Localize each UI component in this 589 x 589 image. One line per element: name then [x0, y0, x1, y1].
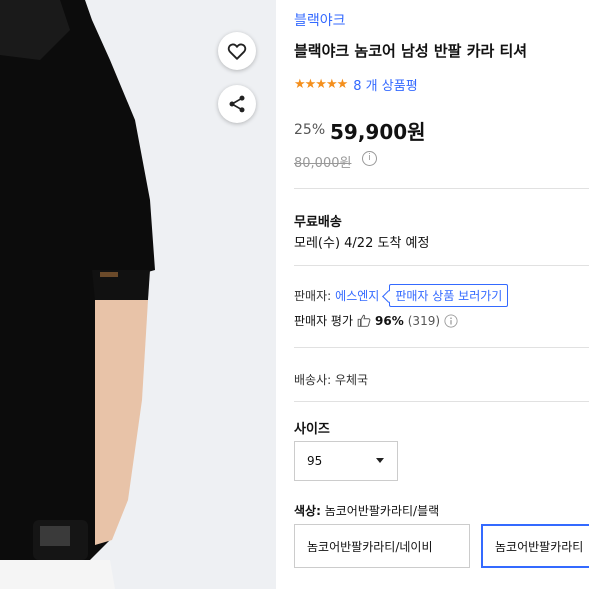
info-icon[interactable]: i [362, 151, 377, 166]
sale-price: 59,900원 [330, 120, 426, 144]
size-label: 사이즈 [294, 422, 330, 437]
rating-row: ★★★★★ 8 개 상품평 [294, 75, 418, 94]
shipping-title: 무료배송 [294, 215, 342, 230]
color-row: 색상: 놈코어반팔카라티/블랙 [294, 502, 439, 519]
star-rating-icon: ★★★★★ [294, 77, 348, 92]
original-price: 80,000원 [294, 156, 352, 171]
caret-down-icon [376, 458, 384, 463]
thumbs-up-icon [357, 314, 371, 327]
color-option-label: 놈코어반팔카라티/네이비 [307, 539, 433, 554]
color-selected-value: 놈코어반팔카라티/블랙 [324, 504, 440, 518]
divider [294, 401, 589, 402]
wishlist-button[interactable] [218, 32, 256, 70]
divider [294, 265, 589, 266]
size-select[interactable]: 95 [294, 441, 398, 481]
brand-link[interactable]: 블랙야크 [294, 10, 346, 30]
reviews-link[interactable]: 8 개 상품평 [353, 75, 417, 94]
share-icon [229, 95, 245, 113]
seller-rating-percent: 96% [375, 313, 404, 328]
shipping-eta: 모레(수) 4/22 도착 예정 [294, 236, 430, 251]
divider [294, 188, 589, 189]
product-info-panel: 블랙야크 블랙야크 놈코어 남성 반팔 카라 티셔 ★★★★★ 8 개 상품평 … [294, 0, 589, 589]
seller-name-link[interactable]: 에스엔지 [335, 287, 379, 304]
divider [294, 347, 589, 348]
seller-rating-row: 판매자 평가 96% (319) [294, 312, 458, 329]
color-option-navy[interactable]: 놈코어반팔카라티/네이비 [294, 524, 470, 568]
color-option-label: 놈코어반팔카라티 [495, 539, 584, 554]
seller-row: 판매자: 에스엔지 판매자 상품 보러가기 [294, 284, 509, 307]
color-option-black[interactable]: 놈코어반팔카라티 [481, 524, 589, 568]
info-icon[interactable] [444, 313, 458, 328]
product-title: 블랙야크 놈코어 남성 반팔 카라 티셔 [294, 42, 528, 60]
seller-rating-count: (319) [407, 313, 441, 328]
share-button[interactable] [218, 85, 256, 123]
size-select-value: 95 [307, 454, 323, 468]
heart-icon [227, 43, 247, 60]
color-label: 색상: [294, 504, 321, 518]
seller-label: 판매자: [294, 289, 332, 303]
seller-rating-label: 판매자 평가 [294, 314, 354, 328]
carrier: 배송사: 우체국 [294, 373, 369, 387]
discount-rate: 25% [294, 122, 326, 138]
view-seller-products-button[interactable]: 판매자 상품 보러가기 [389, 284, 509, 307]
